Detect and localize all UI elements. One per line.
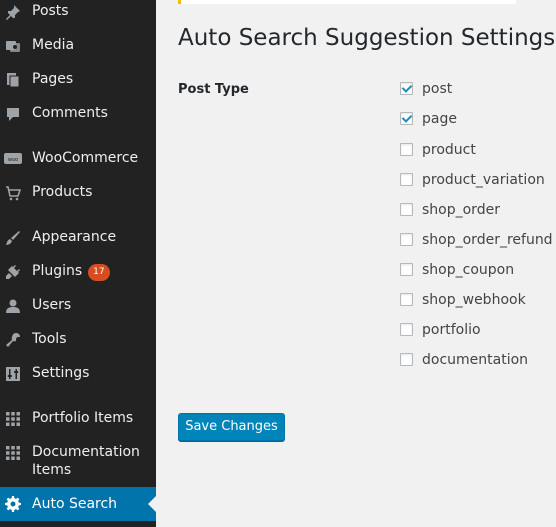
shop-order-checkbox[interactable] [400, 203, 413, 216]
shop-order-refund-checkbox[interactable] [400, 233, 413, 246]
sidebar-item-label: Users [32, 297, 72, 313]
woocommerce-icon: woo [4, 151, 22, 167]
settings-page: Auto Search Suggestion Settings Post Typ… [156, 0, 556, 527]
admin-sidebar: Posts Media Pages Comments woo WooCommer… [0, 0, 156, 527]
sidebar-item-pages[interactable]: Pages [0, 70, 156, 90]
shop-coupon-checkbox[interactable] [400, 263, 413, 276]
documentation-checkbox[interactable] [400, 353, 413, 366]
current-menu-arrow [148, 496, 156, 512]
sidebar-item-label: WooCommerce [32, 150, 139, 166]
sidebar-item-label: Comments [32, 105, 108, 121]
sidebar-item-label: Products [32, 184, 93, 200]
sidebar-item-media[interactable]: Media [0, 36, 156, 56]
sidebar-item-label: Pages [32, 71, 74, 87]
post-type-label: Post Type [178, 82, 249, 97]
option-label: shop_webhook [422, 292, 526, 308]
sidebar-item-plugins[interactable]: Plugins 17 [0, 262, 156, 282]
sidebar-item-label: Appearance [32, 229, 117, 245]
sidebar-item-products[interactable]: Products [0, 183, 156, 203]
portfolio-checkbox[interactable] [400, 323, 413, 336]
page-checkbox[interactable] [400, 112, 413, 125]
option-label: portfolio [422, 322, 481, 338]
option-label: post [422, 81, 453, 97]
admin-notice [178, 0, 516, 4]
sidebar-item-auto-search[interactable]: Auto Search [0, 487, 156, 521]
svg-text:woo: woo [8, 157, 18, 163]
media-icon [4, 38, 22, 54]
sidebar-item-settings[interactable]: Settings [0, 364, 156, 384]
gear-icon [4, 496, 22, 512]
option-label: documentation [422, 352, 529, 368]
plug-icon [4, 264, 22, 280]
pin-icon [4, 4, 22, 20]
sidebar-item-tools[interactable]: Tools [0, 330, 156, 350]
sidebar-item-users[interactable]: Users [0, 296, 156, 316]
page-title: Auto Search Suggestion Settings [178, 25, 556, 51]
option-label: shop_coupon [422, 262, 515, 278]
update-count-badge: 17 [88, 264, 110, 281]
sidebar-item-label: Tools [32, 331, 67, 347]
sidebar-item-label: Media [32, 37, 75, 53]
pages-icon [4, 72, 22, 88]
user-icon [4, 298, 22, 314]
grid-icon [4, 411, 22, 427]
sidebar-item-label: Documentation Items [32, 444, 140, 478]
sidebar-item-label: Portfolio Items [32, 410, 134, 426]
sidebar-item-label: Settings [32, 365, 90, 381]
sidebar-item-label: Auto Search [32, 496, 118, 512]
sidebar-item-portfolio-items[interactable]: Portfolio Items [0, 409, 156, 429]
shop-webhook-checkbox[interactable] [400, 293, 413, 306]
option-label: shop_order_refund [422, 232, 553, 248]
brush-icon [4, 230, 22, 246]
sidebar-item-appearance[interactable]: Appearance [0, 228, 156, 248]
wrench-icon [4, 332, 22, 348]
plugins-label: Plugins [32, 263, 83, 279]
sidebar-item-posts[interactable]: Posts [0, 2, 156, 22]
option-label: page [422, 111, 457, 127]
post-checkbox[interactable] [400, 82, 413, 95]
option-label: product [422, 142, 476, 158]
sliders-icon [4, 366, 22, 382]
sidebar-item-label: Plugins 17 [32, 262, 152, 281]
product-checkbox[interactable] [400, 143, 413, 156]
grid-icon [4, 445, 22, 461]
sidebar-item-label: Posts [32, 3, 69, 19]
sidebar-item-woocommerce[interactable]: woo WooCommerce [0, 149, 156, 169]
sidebar-item-documentation-items[interactable]: Documentation Items [0, 443, 156, 481]
option-label: product_variation [422, 172, 545, 188]
product-variation-checkbox[interactable] [400, 173, 413, 186]
comment-icon [4, 106, 22, 122]
option-label: shop_order [422, 202, 500, 218]
save-changes-button[interactable]: Save Changes [178, 413, 285, 441]
cart-icon [4, 185, 22, 201]
sidebar-item-comments[interactable]: Comments [0, 104, 156, 124]
